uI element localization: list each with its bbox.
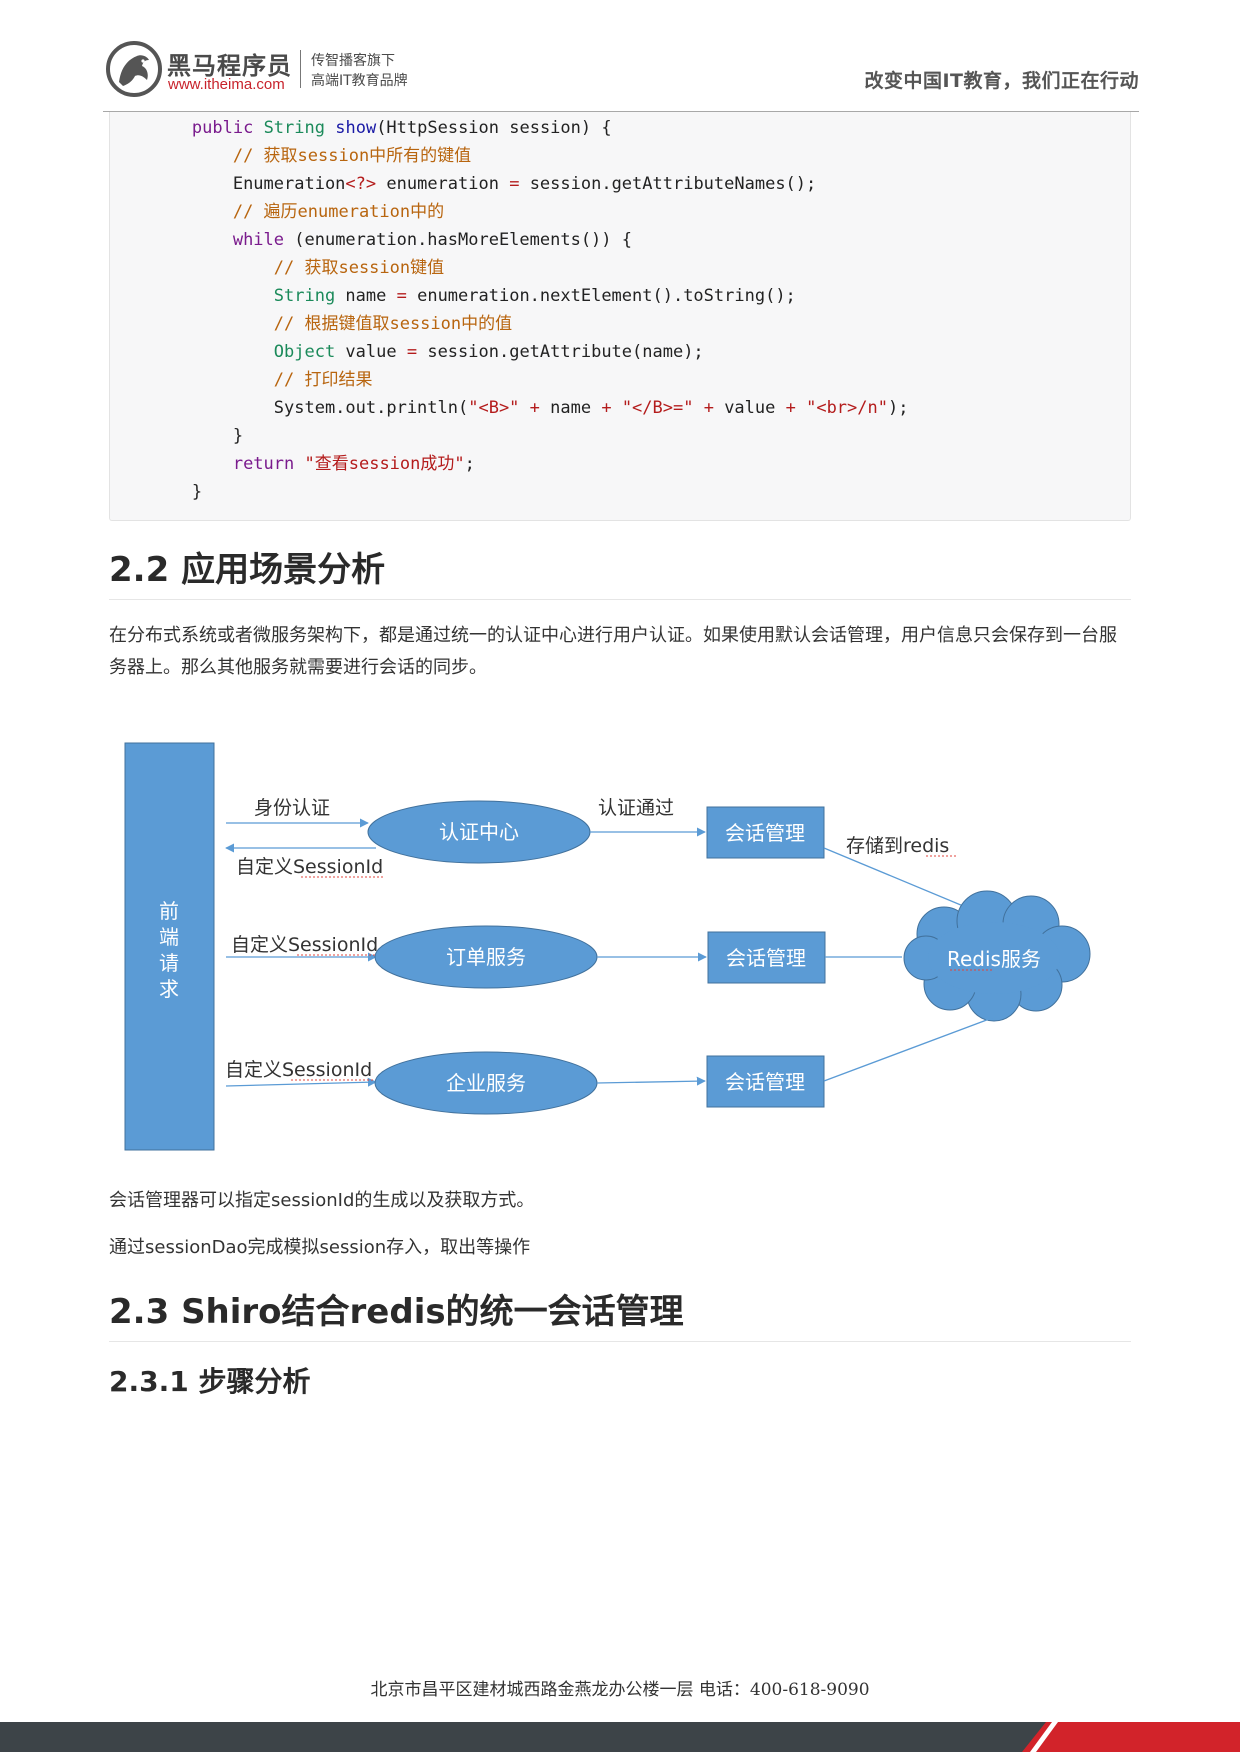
section-heading-2-3: 2.3 Shiro结合redis的统一会话管理 [109, 1284, 1131, 1342]
arrow-custom-session-3 [225, 1077, 377, 1087]
code-comment: // 获取session中所有的键值 [232, 146, 472, 166]
code-comment: // 遍历enumeration中的 [232, 202, 445, 222]
session-dao-note: 通过sessionDao完成模拟session存入，取出等操作 [109, 1237, 531, 1258]
brand-slogan-line2: 高端IT教育品牌 [311, 73, 408, 89]
session-architecture-diagram: 前 端 请 求 身份认证 自定义SessionId 认证中心 认证通过 会话管理… [118, 730, 1128, 1155]
page-header: 黑马程序员 www.itheima.com 传智播客旗下 高端IT教育品牌 改变… [103, 38, 1139, 112]
frontend-request-char: 前 [159, 899, 179, 923]
arrow-enterprise-to-session [596, 1076, 706, 1086]
enterprise-service-label: 企业服务 [446, 1071, 526, 1095]
label-auth-pass: 认证通过 [598, 797, 674, 819]
label-custom-session-1: 自定义SessionId [236, 856, 383, 878]
code-line: } [232, 426, 244, 446]
code-comment: // 获取session键值 [273, 258, 445, 278]
order-service-label: 订单服务 [446, 945, 526, 969]
section-heading-2-3-1: 2.3.1 步骤分析 [109, 1365, 311, 1398]
brand-slogan-line1: 传智播客旗下 [311, 53, 395, 69]
code-block: public String show(HttpSession session) … [109, 112, 1131, 521]
code-line: Object value = session.getAttribute(name… [273, 342, 704, 362]
brand-url[interactable]: www.itheima.com [168, 76, 285, 93]
header-motto: 改变中国IT教育，我们正在行动 [864, 70, 1139, 92]
brand-divider [300, 50, 301, 88]
code-comment: // 根据键值取session中的值 [273, 314, 513, 334]
section-heading-2-2: 2.2 应用场景分析 [109, 542, 1131, 600]
session-manager-label-2: 会话管理 [726, 946, 806, 970]
redis-label: Redis服务 [947, 947, 1041, 971]
frontend-request-char: 请 [159, 951, 179, 975]
label-custom-session-2: 自定义SessionId [231, 934, 378, 956]
code-line: while (enumeration.hasMoreElements()) { [232, 230, 633, 250]
code-line: String name = enumeration.nextElement().… [273, 286, 796, 306]
section-2-2-paragraph: 在分布式系统或者微服务架构下，都是通过统一的认证中心进行用户认证。如果使用默认会… [109, 625, 1117, 678]
frontend-request-char: 求 [159, 977, 179, 1001]
link-store-redis-1 [823, 847, 981, 914]
auth-center-label: 认证中心 [439, 820, 519, 844]
footer-bar [0, 1722, 1240, 1752]
code-line: System.out.println("<B>" + name + "</B>=… [273, 398, 909, 418]
label-store-redis: 存储到redis [846, 835, 949, 857]
code-line: public String show(HttpSession session) … [191, 118, 612, 138]
label-identity-auth: 身份认证 [254, 797, 330, 819]
code-line: Enumeration<?> enumeration = session.get… [232, 174, 817, 194]
session-manager-label-1: 会话管理 [725, 821, 805, 845]
code-comment: // 打印结果 [273, 370, 373, 390]
footer-address: 北京市昌平区建材城西路金燕龙办公楼一层 电话：400-618-9090 [370, 1680, 870, 1700]
frontend-request-char: 端 [159, 925, 179, 949]
code-line: } [191, 482, 203, 502]
session-manager-label-3: 会话管理 [725, 1070, 805, 1094]
link-store-redis-3 [823, 1017, 993, 1082]
session-manager-note: 会话管理器可以指定sessionId的生成以及获取方式。 [109, 1190, 535, 1211]
code-line: return "查看session成功"; [232, 454, 475, 474]
horse-logo-icon [106, 41, 162, 97]
label-custom-session-3: 自定义SessionId [225, 1059, 372, 1081]
